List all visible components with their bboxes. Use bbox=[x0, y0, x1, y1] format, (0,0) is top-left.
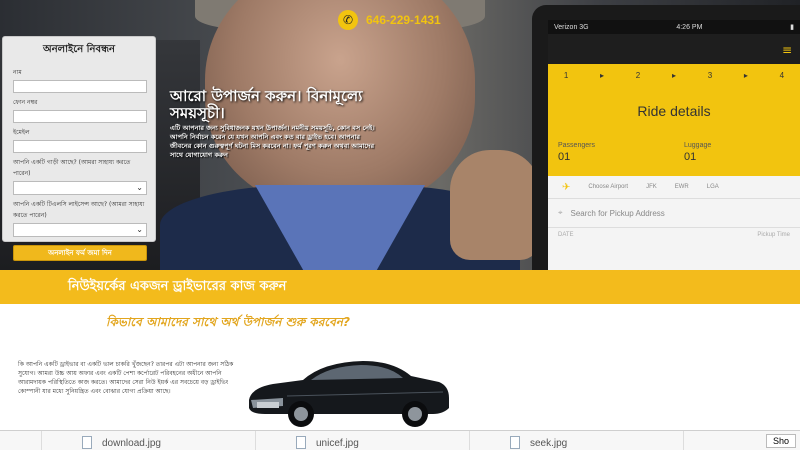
download-item[interactable]: download.jpg bbox=[42, 431, 256, 450]
download-filename: unicef.jpg bbox=[316, 438, 359, 449]
phone-number[interactable]: 646-229-1431 bbox=[366, 13, 441, 27]
hero-description: এটি আপনার জন্য সুবিধাজনক যখন উপার্জন। নম… bbox=[170, 124, 375, 159]
registration-form: অনলাইনে নিবন্ধন নাম ফোন নম্বর ইমেইল আপনি… bbox=[2, 36, 156, 261]
section-body: কি আপনি একটি ড্রাইভার বা একটি ভাল চাকরি … bbox=[18, 361, 234, 395]
airport-ewr[interactable]: EWR bbox=[675, 184, 689, 190]
smartphone-screen: Verizon 3G 4:26 PM ▮ ≡ 1 ▸ 2 ▸ 3 ▸ 4 Rid… bbox=[548, 20, 800, 270]
email-label: ইমেইল bbox=[13, 129, 30, 136]
section-title: কিভাবে আমাদের সাথে অর্থ উপার্জন শুরু করব… bbox=[106, 315, 350, 329]
hero-headline: আরো উপার্জন করুন। বিনামূল্যে সময়সূচী। bbox=[170, 87, 363, 122]
phone-icon: ✆ bbox=[338, 10, 358, 30]
passengers-luggage: Passengers 01 Luggage 01 bbox=[548, 136, 800, 176]
show-all-button[interactable]: Sho bbox=[765, 433, 796, 448]
submit-button[interactable]: অনলাইন ফর্ম জমা দিন bbox=[13, 245, 147, 261]
download-item-partial[interactable] bbox=[0, 431, 42, 450]
luggage-field[interactable]: Luggage 01 bbox=[674, 136, 800, 176]
step-1: 1 bbox=[563, 70, 569, 80]
phone-contact[interactable]: ✆ 646-229-1431 bbox=[338, 10, 441, 30]
step-3: 3 bbox=[707, 70, 713, 80]
battery-icon: ▮ bbox=[790, 24, 794, 31]
file-icon bbox=[510, 436, 520, 449]
carrier-label: Verizon 3G bbox=[554, 23, 589, 31]
black-sedan-image bbox=[249, 361, 449, 427]
date-label: DATE bbox=[558, 232, 574, 238]
file-icon bbox=[296, 436, 306, 449]
car-select[interactable]: ⌄ bbox=[13, 181, 147, 195]
pickup-placeholder: Search for Pickup Address bbox=[570, 208, 665, 218]
arrow-icon: ▸ bbox=[600, 70, 605, 80]
yellow-banner: নিউইয়র্কের একজন ড্রাইভারের কাজ করুন bbox=[0, 270, 800, 304]
license-select[interactable]: ⌄ bbox=[13, 223, 147, 237]
download-item[interactable]: seek.jpg bbox=[470, 431, 684, 450]
phone-label: ফোন নম্বর bbox=[13, 99, 38, 106]
form-title: অনলাইনে নিবন্ধন bbox=[43, 44, 115, 55]
arrow-icon: ▸ bbox=[671, 70, 676, 80]
step-indicator: 1 ▸ 2 ▸ 3 ▸ 4 bbox=[548, 64, 800, 86]
airport-jfk[interactable]: JFK bbox=[646, 184, 657, 190]
download-filename: seek.jpg bbox=[530, 438, 568, 449]
luggage-label: Luggage bbox=[684, 142, 712, 149]
page: ✆ 646-229-1431 অনলাইনে নিবন্ধন নাম ফোন ন… bbox=[0, 0, 800, 450]
pickup-time-label: Pickup Time bbox=[757, 232, 790, 238]
airport-lga[interactable]: LGA bbox=[707, 184, 719, 190]
step-4: 4 bbox=[779, 70, 785, 80]
arrow-icon: ▸ bbox=[743, 70, 748, 80]
airport-selector[interactable]: ✈ Choose Airport JFK EWR LGA bbox=[548, 176, 800, 198]
clock-label: 4:26 PM bbox=[676, 23, 703, 31]
chevron-down-icon: ⌄ bbox=[136, 225, 143, 234]
download-filename: download.jpg bbox=[102, 438, 161, 449]
plane-icon: ✈ bbox=[562, 181, 571, 193]
ride-details-title: Ride details bbox=[548, 86, 800, 136]
passengers-label: Passengers bbox=[558, 142, 595, 149]
passengers-field[interactable]: Passengers 01 bbox=[548, 136, 674, 176]
car-question-label: আপনি একটি গাড়ী আছে? (আমরা সাহায্য করতে … bbox=[13, 159, 131, 177]
location-pin-icon: ⌖ bbox=[558, 208, 563, 217]
email-input[interactable] bbox=[13, 140, 147, 153]
download-item[interactable]: unicef.jpg bbox=[256, 431, 470, 450]
license-question-label: আপনি একটি টিএলসি লাইসেন্স আছে? (আমরা সাহ… bbox=[13, 201, 145, 219]
name-input[interactable] bbox=[13, 80, 147, 93]
luggage-value: 01 bbox=[684, 151, 697, 163]
file-icon bbox=[82, 436, 92, 449]
status-bar: Verizon 3G 4:26 PM ▮ bbox=[548, 20, 800, 34]
show-all-area: Sho bbox=[684, 431, 800, 450]
pickup-date-time-row: DATE Pickup Time bbox=[548, 228, 800, 242]
airport-choose: Choose Airport bbox=[588, 184, 629, 190]
menu-icon[interactable]: ≡ bbox=[782, 43, 792, 57]
phone-input[interactable] bbox=[13, 110, 147, 123]
name-label: নাম bbox=[13, 69, 22, 76]
chevron-down-icon: ⌄ bbox=[136, 183, 143, 192]
pickup-address-input[interactable]: ⌖ Search for Pickup Address bbox=[548, 198, 800, 228]
passengers-value: 01 bbox=[558, 151, 571, 163]
step-2: 2 bbox=[635, 70, 641, 80]
hero-photo-thumb bbox=[450, 150, 540, 260]
app-bar: ≡ bbox=[548, 34, 800, 64]
downloads-bar: download.jpg unicef.jpg seek.jpg Sho bbox=[0, 430, 800, 450]
